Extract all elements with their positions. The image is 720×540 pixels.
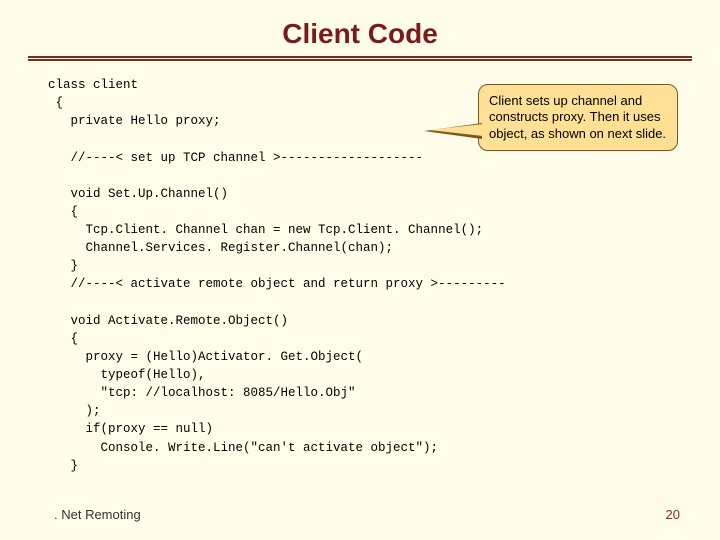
title-rule-wrap bbox=[0, 56, 720, 58]
slide-title: Client Code bbox=[0, 0, 720, 56]
slide-footer: . Net Remoting 20 bbox=[0, 507, 720, 522]
title-rule bbox=[28, 56, 692, 58]
footer-left: . Net Remoting bbox=[54, 507, 141, 522]
slide-content: class client { private Hello proxy; //--… bbox=[0, 76, 720, 475]
page-number: 20 bbox=[666, 507, 680, 522]
code-block: class client { private Hello proxy; //--… bbox=[48, 76, 672, 475]
